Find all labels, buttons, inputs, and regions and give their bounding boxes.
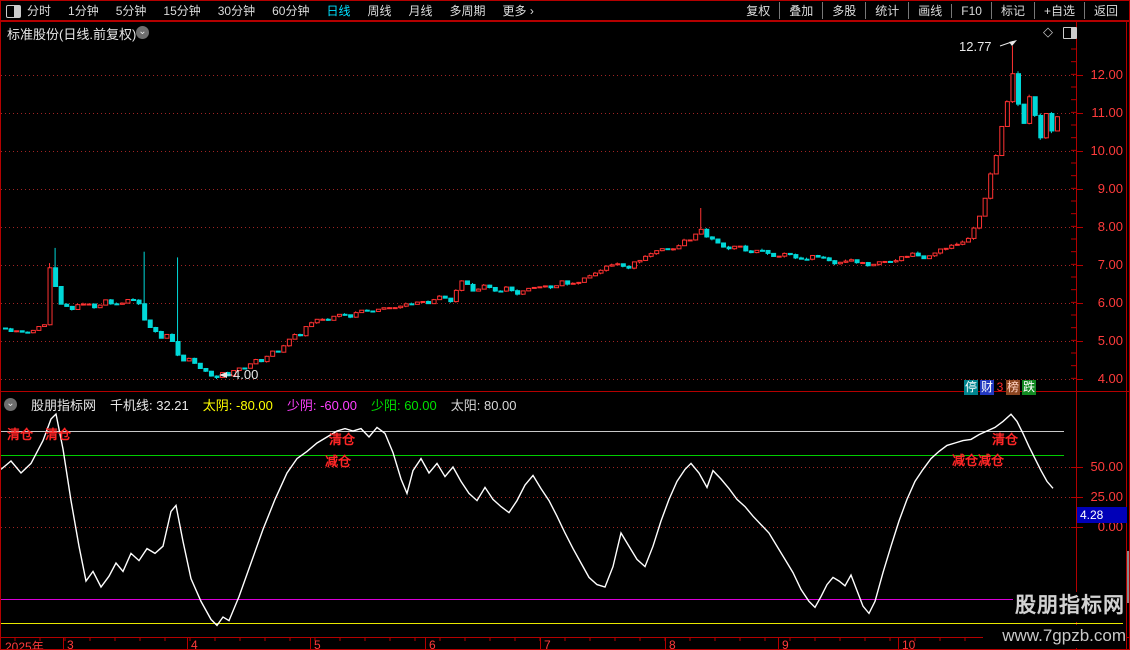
toolbar-action[interactable]: 统计: [865, 2, 908, 19]
watermark-site-url: www.7gpzb.com: [983, 625, 1126, 648]
page-title: 标准股份(日线.前复权): [7, 24, 136, 43]
x-axis-month-label: 10: [902, 638, 915, 650]
stock-info-badge[interactable]: 财: [980, 380, 994, 395]
x-axis-month-label: 3: [67, 638, 74, 650]
toolbar-action[interactable]: F10: [951, 4, 991, 18]
timeframe-tab[interactable]: 更多 ›: [503, 2, 534, 19]
timeframe-tab[interactable]: 1分钟: [68, 2, 99, 19]
timeframe-tab[interactable]: 分时: [27, 2, 51, 19]
trade-signal-label: 减仓: [325, 451, 351, 470]
low-annotation: 4.00: [233, 367, 258, 382]
stock-info-badge[interactable]: 榜: [1006, 380, 1020, 395]
chart-graphics: [1, 1, 1130, 650]
price-axis-label: 4.00: [1078, 371, 1123, 386]
price-axis-label: 10.00: [1078, 143, 1123, 158]
x-axis-year-label: 2025年: [5, 638, 44, 650]
trade-signal-label: 清仓: [7, 424, 33, 443]
timeframe-tab-active[interactable]: 日线: [326, 2, 350, 19]
timeframe-tab[interactable]: 15分钟: [163, 2, 200, 19]
diamond-icon[interactable]: ◇: [1043, 24, 1053, 40]
price-axis-label: 8.00: [1078, 219, 1123, 234]
indicator-axis-label: 50.00: [1078, 459, 1123, 474]
indicator-value-badge: 4.28: [1077, 507, 1127, 523]
timeframe-tab[interactable]: 60分钟: [272, 2, 309, 19]
toolbar-action[interactable]: 返回: [1084, 2, 1127, 19]
timeframe-tab[interactable]: 5分钟: [116, 2, 147, 19]
indicator-header-item: 千机线: 32.21: [110, 395, 189, 414]
timeframe-tab[interactable]: 月线: [409, 2, 433, 19]
indicator-axis-label: 25.00: [1078, 489, 1123, 504]
toolbar: 分时 1分钟 5分钟 15分钟 30分钟 60分钟日线周线 月线多周期更多 › 复权叠加多股…: [1, 1, 1130, 21]
watermark-site-name: 股朋指标网: [1013, 592, 1125, 622]
toolbar-action[interactable]: 画线: [908, 2, 951, 19]
indicator-canvas[interactable]: [1, 413, 1076, 637]
window-split-icon[interactable]: [6, 5, 21, 18]
trade-signal-label: 清仓: [329, 429, 355, 448]
indicator-header-item: 少阴: -60.00: [287, 395, 357, 414]
collapse-chevron-icon[interactable]: ⌄: [4, 398, 17, 411]
title-row: 标准股份(日线.前复权) ⌄ ◇: [1, 21, 1130, 41]
trade-signal-label: 减仓减仓: [952, 450, 1004, 469]
price-axis-label: 5.00: [1078, 333, 1123, 348]
indicator-header-item: 太阳: 80.00: [451, 395, 517, 414]
x-axis-month-label: 5: [314, 638, 321, 650]
indicator-header-item: 股朋指标网: [31, 395, 96, 414]
indicator-header-item: 太阴: -80.00: [203, 395, 273, 414]
toolbar-action[interactable]: 标记: [991, 2, 1034, 19]
toolbar-action[interactable]: 多股: [822, 2, 865, 19]
toolbar-action[interactable]: 复权: [737, 2, 779, 19]
timeframe-tab[interactable]: 多周期: [450, 2, 486, 19]
status-badges: 停财3榜跌: [964, 380, 1036, 395]
trade-signal-label: 清仓: [45, 424, 71, 443]
price-axis-label: 7.00: [1078, 257, 1123, 272]
toolbar-left: 分时 1分钟 5分钟 15分钟 30分钟 60分钟日线周线 月线多周期更多 ›: [27, 2, 737, 19]
price-axis-label: 9.00: [1078, 181, 1123, 196]
toolbar-action[interactable]: 叠加: [779, 2, 822, 19]
stock-info-badge[interactable]: 3: [996, 380, 1004, 395]
x-axis-month-label: 8: [669, 638, 676, 650]
trade-signal-label: 清仓: [992, 429, 1018, 448]
x-axis-month-label: 6: [429, 638, 436, 650]
chevron-down-icon[interactable]: ⌄: [136, 26, 149, 39]
timeframe-tab[interactable]: 周线: [367, 2, 391, 19]
x-axis-month-label: 4: [191, 638, 198, 650]
timeframe-tab[interactable]: 30分钟: [218, 2, 255, 19]
trading-app-window: 分时 1分钟 5分钟 15分钟 30分钟 60分钟日线周线 月线多周期更多 › 复权叠加多股…: [0, 0, 1130, 650]
price-axis-label: 6.00: [1078, 295, 1123, 310]
price-axis-label: 11.00: [1078, 105, 1123, 120]
stock-info-badge[interactable]: 停: [964, 380, 978, 395]
price-axis-label: 12.00: [1078, 67, 1123, 82]
toolbar-action[interactable]: +自选: [1034, 2, 1084, 19]
high-annotation: 12.77: [959, 39, 992, 54]
indicator-header: ⌄ 股朋指标网千机线: 32.21 太阴: -80.00 少阴: -60.00 少阳:…: [4, 395, 517, 414]
toolbar-right: 复权叠加多股统计画线F10标记+自选返回: [737, 2, 1127, 19]
indicator-header-item: 少阳: 60.00: [371, 395, 437, 414]
x-axis-month-label: 7: [544, 638, 551, 650]
x-axis-month-label: 9: [782, 638, 789, 650]
stock-info-badge[interactable]: 跌: [1022, 380, 1036, 395]
panel-layout-icon[interactable]: [1063, 27, 1077, 39]
